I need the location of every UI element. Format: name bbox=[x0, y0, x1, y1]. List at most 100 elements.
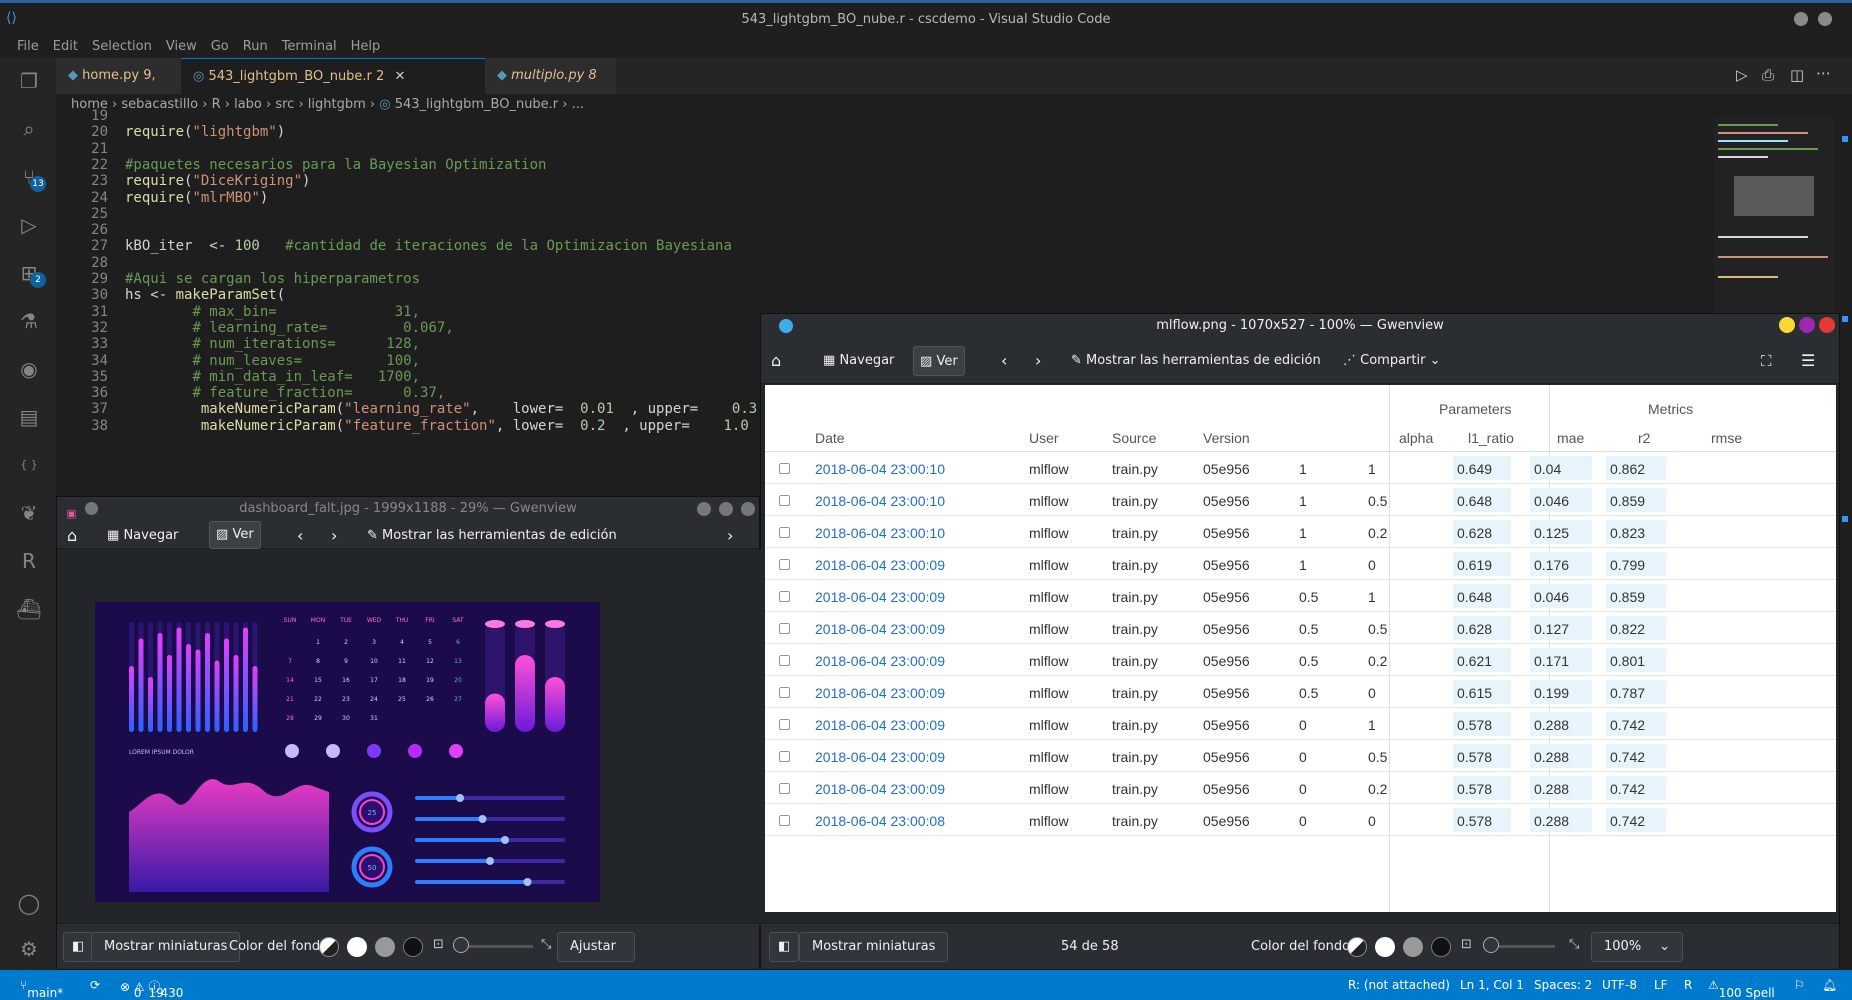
code-line[interactable]: # max_bin= 31, bbox=[125, 304, 420, 320]
cursor-position[interactable]: Ln 1, Col 1 bbox=[1460, 978, 1524, 992]
table-row[interactable]: 2018-06-04 23:00:09 mlflow train.py 05e956 0… bbox=[765, 772, 1836, 804]
code-line[interactable]: kBO_iter <- 100 #cantidad de iteraciones… bbox=[125, 238, 732, 254]
pin-icon[interactable] bbox=[779, 319, 793, 333]
tab-multiplo-py[interactable]: ◆ multiplo.py 8 bbox=[485, 58, 616, 94]
source-control-icon[interactable]: ⑂ 13 bbox=[16, 164, 46, 192]
zoom-fit-icon[interactable]: ⊡ bbox=[1461, 937, 1472, 952]
close-button[interactable] bbox=[1819, 317, 1835, 333]
close-tab-icon[interactable]: ✕ bbox=[394, 69, 405, 84]
branch-indicator[interactable]: ⑂ main* bbox=[20, 978, 63, 1000]
menu-selection[interactable]: Selection bbox=[85, 36, 159, 58]
code-line[interactable]: #Aqui se cargan los hiperparametros bbox=[125, 271, 420, 287]
share-button[interactable]: ⋰ Compartir ⌄ bbox=[1343, 346, 1441, 376]
show-thumbnails-button[interactable]: Mostrar miniaturas bbox=[799, 932, 949, 962]
table-row[interactable]: 2018-06-04 23:00:10 mlflow train.py 05e956 1… bbox=[765, 516, 1836, 548]
hamburger-menu-icon[interactable]: ☰ bbox=[1801, 346, 1815, 376]
row-checkbox[interactable] bbox=[779, 815, 790, 826]
code-line[interactable]: # learning_rate= 0.067, bbox=[125, 320, 453, 336]
maximize-button[interactable] bbox=[1799, 317, 1815, 333]
table-cell-date[interactable]: 2018-06-04 23:00:09 bbox=[815, 749, 945, 765]
show-thumbnails-button[interactable]: Mostrar miniaturas bbox=[91, 932, 241, 962]
ver-button[interactable]: ▨ Ver bbox=[913, 346, 965, 376]
zoom-100-icon[interactable]: ⤡ bbox=[1569, 937, 1579, 952]
table-cell-date[interactable]: 2018-06-04 23:00:09 bbox=[815, 685, 945, 701]
split-editor-icon[interactable]: ◫ bbox=[1790, 66, 1804, 84]
menu-run[interactable]: Run bbox=[236, 36, 275, 58]
sync-icon[interactable]: ⟳ bbox=[90, 978, 100, 992]
close-button[interactable] bbox=[741, 502, 755, 516]
bg-black-icon[interactable] bbox=[403, 937, 423, 957]
leaf-icon[interactable]: ❦ bbox=[16, 500, 42, 526]
zoom-slider-handle[interactable] bbox=[453, 937, 469, 953]
row-checkbox[interactable] bbox=[779, 559, 790, 570]
row-checkbox[interactable] bbox=[779, 591, 790, 602]
row-checkbox[interactable] bbox=[779, 655, 790, 666]
feedback-icon[interactable]: ⚐ bbox=[1794, 978, 1805, 992]
minimap[interactable] bbox=[1714, 116, 1834, 316]
navegar-button[interactable]: ▦ Navegar bbox=[823, 346, 894, 376]
minimize-button[interactable] bbox=[1794, 12, 1808, 26]
row-checkbox[interactable] bbox=[779, 687, 790, 698]
zoom-fit-icon[interactable]: ⊡ bbox=[433, 937, 444, 952]
home-icon[interactable]: ⌂ bbox=[771, 346, 781, 376]
spell-check[interactable]: ⚠ 100 Spell bbox=[1708, 978, 1775, 1000]
code-line[interactable]: require("mlrMBO") bbox=[125, 190, 268, 206]
table-cell-date[interactable]: 2018-06-04 23:00:10 bbox=[815, 525, 945, 541]
zoom-100-icon[interactable]: ⤡ bbox=[541, 937, 551, 952]
pin-icon[interactable] bbox=[85, 502, 98, 515]
bg-auto-icon[interactable] bbox=[319, 937, 339, 957]
notifications-bell-icon[interactable]: 🔔︎ bbox=[1822, 978, 1837, 992]
row-checkbox[interactable] bbox=[779, 751, 790, 762]
fullscreen-icon[interactable]: ⛶ bbox=[1761, 346, 1772, 376]
extensions-icon[interactable]: ⊞ 2 bbox=[16, 260, 46, 288]
previous-icon[interactable]: ‹ bbox=[297, 521, 303, 551]
next-icon[interactable]: › bbox=[331, 521, 337, 551]
row-checkbox[interactable] bbox=[779, 623, 790, 634]
bg-gray-icon[interactable] bbox=[375, 937, 395, 957]
code-line[interactable]: require("DiceKriging") bbox=[125, 173, 310, 189]
search-icon[interactable]: ⌕ bbox=[16, 116, 42, 142]
docker-icon[interactable]: ⛴ bbox=[16, 596, 42, 622]
table-row[interactable]: 2018-06-04 23:00:09 mlflow train.py 05e956 0… bbox=[765, 676, 1836, 708]
table-row[interactable]: 2018-06-04 23:00:09 mlflow train.py 05e956 0… bbox=[765, 612, 1836, 644]
close-button[interactable] bbox=[1818, 12, 1832, 26]
navegar-button[interactable]: ▦ Navegar bbox=[107, 521, 178, 551]
indentation[interactable]: Spaces: 2 bbox=[1534, 978, 1592, 992]
bg-auto-icon[interactable] bbox=[1347, 937, 1367, 957]
run-debug-icon[interactable]: ▷ bbox=[16, 212, 42, 238]
row-checkbox[interactable] bbox=[779, 527, 790, 538]
code-line[interactable]: hs <- makeParamSet( bbox=[125, 287, 285, 303]
language-mode[interactable]: R bbox=[1684, 978, 1692, 992]
bg-white-icon[interactable] bbox=[347, 937, 367, 957]
explorer-icon[interactable]: ❐ bbox=[16, 68, 42, 94]
table-cell-date[interactable]: 2018-06-04 23:00:09 bbox=[815, 621, 945, 637]
edit-tools-button[interactable]: ✎ Mostrar las herramientas de edición bbox=[1071, 346, 1321, 376]
menu-help[interactable]: Help bbox=[344, 36, 388, 58]
more-actions-icon[interactable]: ⋯ bbox=[1816, 64, 1831, 82]
r-icon[interactable]: R bbox=[16, 548, 42, 574]
edit-tools-button[interactable]: ✎ Mostrar las herramientas de edición bbox=[367, 521, 617, 551]
table-row[interactable]: 2018-06-04 23:00:09 mlflow train.py 05e956 0… bbox=[765, 580, 1836, 612]
table-row[interactable]: 2018-06-04 23:00:09 mlflow train.py 05e956 1… bbox=[765, 548, 1836, 580]
code-line[interactable]: # feature_fraction= 0.37, bbox=[125, 385, 445, 401]
problems-indicator[interactable]: ⊗ 0 ⚠ 19 ⓘ 430 bbox=[120, 978, 183, 1000]
table-row[interactable]: 2018-06-04 23:00:10 mlflow train.py 05e956 1… bbox=[765, 452, 1836, 484]
minimize-button[interactable] bbox=[697, 502, 711, 516]
sidebar-toggle-icon[interactable]: ◧ bbox=[769, 932, 800, 962]
print-icon[interactable]: ⎙ bbox=[1762, 66, 1774, 84]
table-cell-date[interactable]: 2018-06-04 23:00:09 bbox=[815, 557, 945, 573]
settings-gear-icon[interactable]: ⚙ bbox=[16, 936, 42, 962]
table-cell-date[interactable]: 2018-06-04 23:00:09 bbox=[815, 653, 945, 669]
row-checkbox[interactable] bbox=[779, 783, 790, 794]
maximize-button[interactable] bbox=[719, 502, 733, 516]
row-checkbox[interactable] bbox=[779, 495, 790, 506]
row-checkbox[interactable] bbox=[779, 463, 790, 474]
bg-black-icon[interactable] bbox=[1431, 937, 1451, 957]
notebook-icon[interactable]: ▤ bbox=[16, 404, 42, 430]
zoom-select[interactable]: Ajustar ⌄ bbox=[557, 932, 635, 982]
menu-file[interactable]: File bbox=[10, 36, 46, 58]
tab-lightgbm-r[interactable]: ◎ 543_lightgbm_BO_nube.r 2 ✕ bbox=[181, 58, 485, 94]
eol[interactable]: LF bbox=[1654, 978, 1668, 992]
code-line[interactable]: # num_iterations= 128, bbox=[125, 336, 420, 352]
r-session-status[interactable]: R: (not attached) bbox=[1348, 978, 1450, 992]
